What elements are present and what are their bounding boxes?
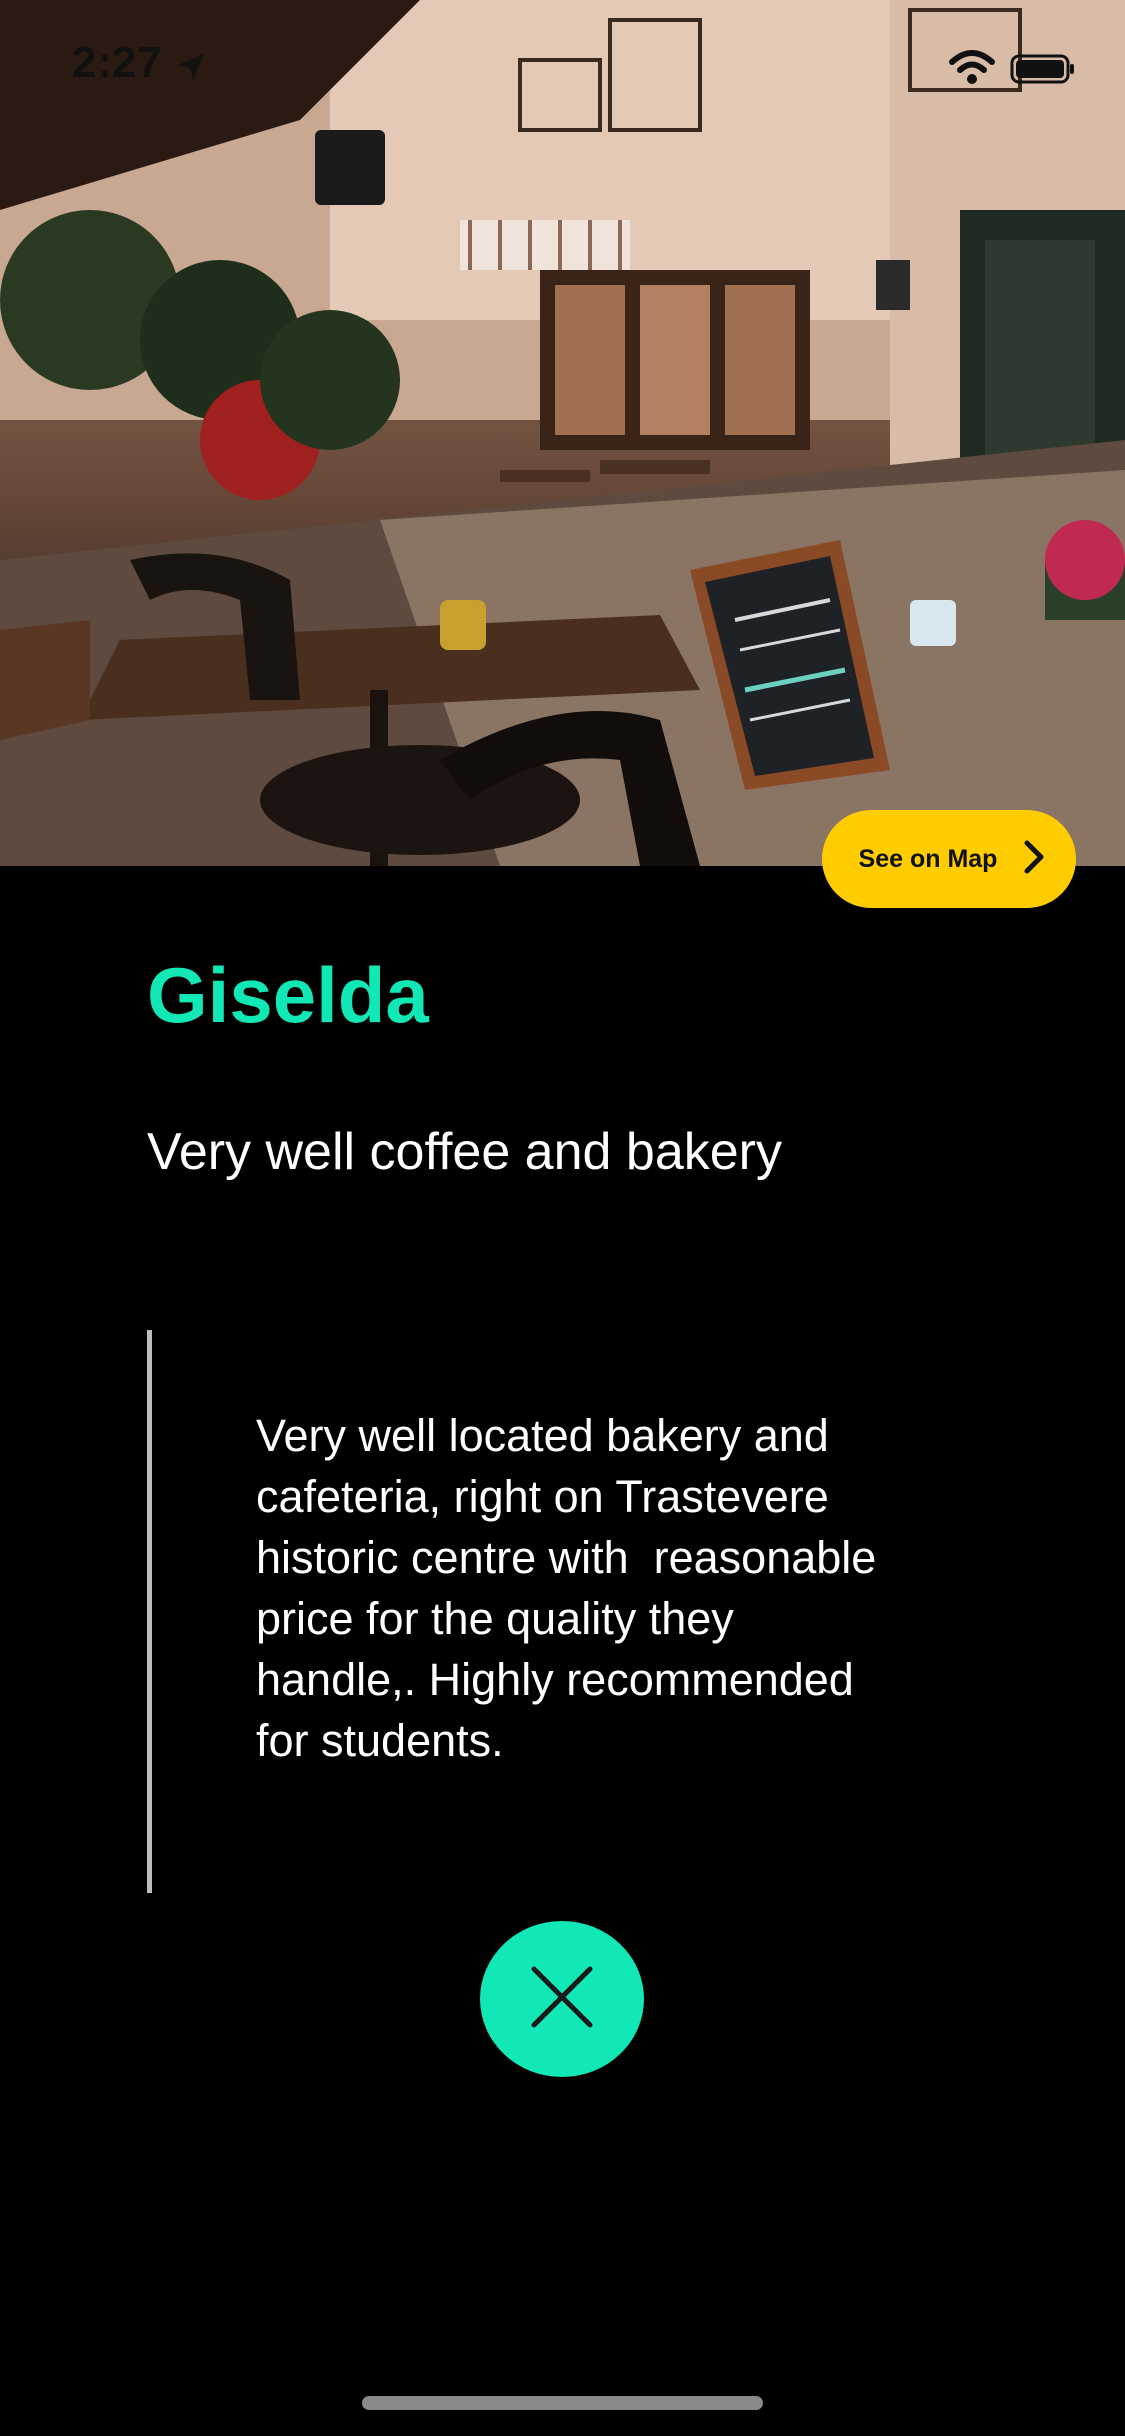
wifi-icon [948,50,996,89]
quote-divider [147,1330,152,1893]
place-tagline: Very well coffee and bakery [147,1123,782,1181]
chevron-right-icon [1023,840,1045,879]
location-arrow-icon [176,52,206,87]
home-indicator[interactable] [362,2396,763,2410]
status-time: 2:27 [72,38,163,87]
see-on-map-button[interactable]: See on Map [822,810,1076,908]
place-review: Very well located bakery and cafeteria, … [256,1410,877,1766]
status-bar: 2:27 [0,0,1125,132]
place-title: Giselda [147,951,429,1039]
see-on-map-label: See on Map [858,844,998,873]
battery-icon [1010,54,1076,89]
close-button[interactable] [480,1921,644,2077]
close-icon [530,1965,594,2034]
